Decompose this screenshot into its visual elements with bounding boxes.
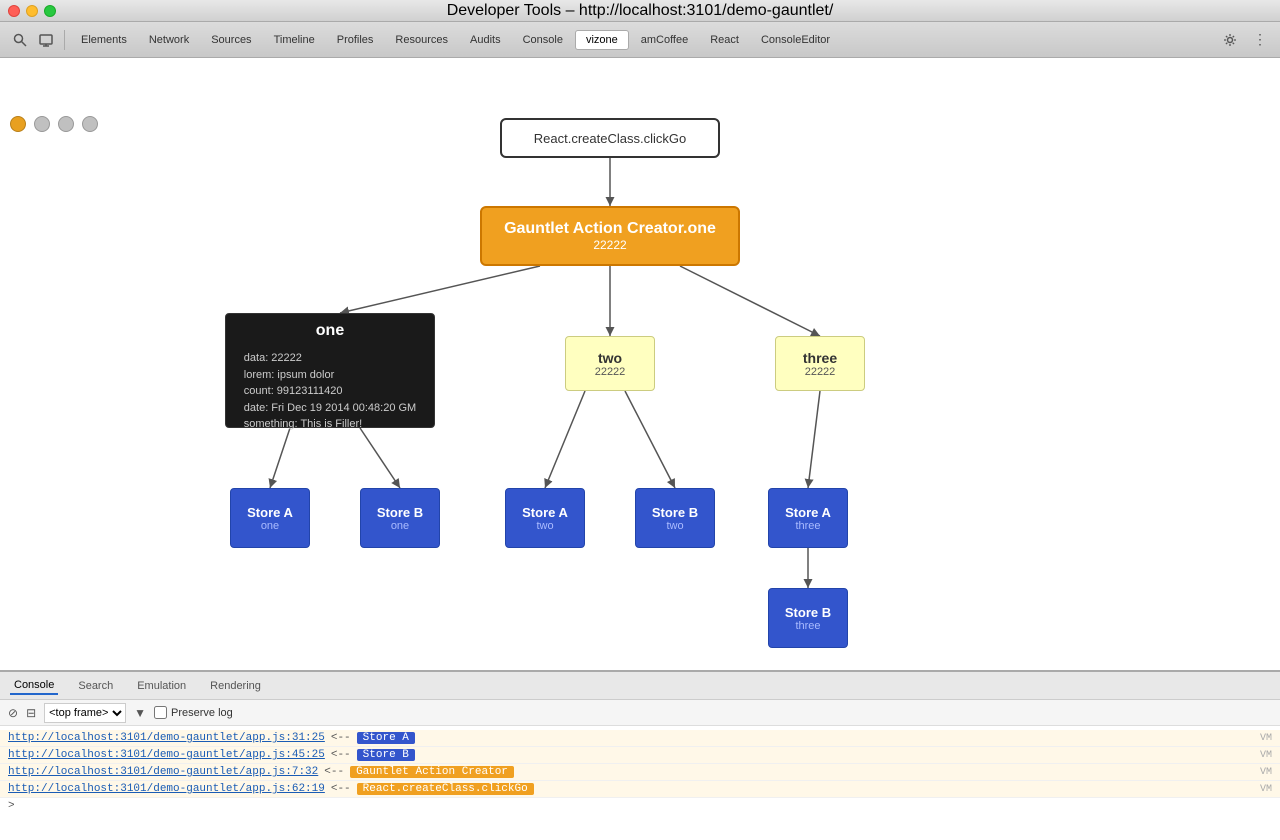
window-controls <box>8 5 56 17</box>
preserve-log-checkbox[interactable] <box>154 706 167 719</box>
node-store-b-two[interactable]: Store B two <box>635 488 715 548</box>
tab-audits[interactable]: Audits <box>460 31 511 49</box>
window-title: Developer Tools – http://localhost:3101/… <box>447 2 834 20</box>
node-three[interactable]: three 22222 <box>775 336 865 391</box>
console-prompt: > <box>8 800 15 812</box>
tab-network[interactable]: Network <box>139 31 199 49</box>
store-a-three-sub: three <box>795 520 820 532</box>
store-a-two-title: Store A <box>522 505 568 520</box>
node-store-b-three[interactable]: Store B three <box>768 588 848 648</box>
node-two-sub: 22222 <box>595 366 626 378</box>
console-log-4-linenum: VM <box>1260 784 1272 795</box>
console-log-2: http://localhost:3101/demo-gauntlet/app.… <box>0 747 1280 764</box>
console-area: Console Search Emulation Rendering ⊘ ⊟ <… <box>0 670 1280 840</box>
node-gac-title: Gauntlet Action Creator.one <box>504 220 716 238</box>
console-log-2-link[interactable]: http://localhost:3101/demo-gauntlet/app.… <box>8 749 325 761</box>
node-gac-sub: 22222 <box>593 238 626 252</box>
tab-timeline[interactable]: Timeline <box>264 31 325 49</box>
node-root[interactable]: React.createClass.clickGo <box>500 118 720 158</box>
tab-resources[interactable]: Resources <box>385 31 458 49</box>
console-log-4-arrow: <-- <box>331 783 351 795</box>
node-store-a-three[interactable]: Store A three <box>768 488 848 548</box>
console-log-3-link[interactable]: http://localhost:3101/demo-gauntlet/app.… <box>8 766 318 778</box>
console-tab-search[interactable]: Search <box>74 678 117 694</box>
console-log-1-link[interactable]: http://localhost:3101/demo-gauntlet/app.… <box>8 732 325 744</box>
console-log-2-linenum: VM <box>1260 750 1272 761</box>
store-b-three-title: Store B <box>785 605 831 620</box>
settings-icon[interactable] <box>1218 28 1242 52</box>
close-button[interactable] <box>8 5 20 17</box>
node-store-a-one[interactable]: Store A one <box>230 488 310 548</box>
node-two-title: two <box>598 350 622 366</box>
console-log-4-label: React.createClass.clickGo <box>357 783 534 795</box>
node-one-data: data: 22222 lorem: ipsum dolor count: 99… <box>244 350 416 433</box>
node-three-title: three <box>803 350 837 366</box>
console-log-2-arrow: <-- <box>331 749 351 761</box>
maximize-button[interactable] <box>44 5 56 17</box>
console-log-1: http://localhost:3101/demo-gauntlet/app.… <box>0 730 1280 747</box>
console-log-3-arrow: <-- <box>324 766 344 778</box>
tab-sources[interactable]: Sources <box>201 31 261 49</box>
console-log-1-arrow: <-- <box>331 732 351 744</box>
store-b-one-title: Store B <box>377 505 423 520</box>
node-root-label: React.createClass.clickGo <box>534 131 686 146</box>
node-one-title: one <box>316 322 344 340</box>
traffic-orange <box>10 116 26 132</box>
frame-selector[interactable]: <top frame> <box>44 703 126 723</box>
node-store-b-one[interactable]: Store B one <box>360 488 440 548</box>
dropdown-icon[interactable]: ▼ <box>134 706 146 720</box>
console-log-4: http://localhost:3101/demo-gauntlet/app.… <box>0 781 1280 798</box>
console-log-2-label: Store B <box>357 749 415 761</box>
store-a-two-sub: two <box>536 520 553 532</box>
node-two[interactable]: two 22222 <box>565 336 655 391</box>
node-store-a-two[interactable]: Store A two <box>505 488 585 548</box>
tab-elements[interactable]: Elements <box>71 31 137 49</box>
node-one[interactable]: one data: 22222 lorem: ipsum dolor count… <box>225 313 435 428</box>
console-tab-rendering[interactable]: Rendering <box>206 678 265 694</box>
tab-react[interactable]: React <box>700 31 749 49</box>
store-a-one-sub: one <box>261 520 279 532</box>
device-icon[interactable] <box>34 28 58 52</box>
store-b-two-title: Store B <box>652 505 698 520</box>
console-tabs: Console Search Emulation Rendering <box>0 672 1280 700</box>
clear-icon[interactable]: ⊘ <box>8 706 18 720</box>
store-a-three-title: Store A <box>785 505 831 520</box>
traffic-lights <box>10 116 98 132</box>
traffic-gray-2 <box>58 116 74 132</box>
more-icon[interactable]: ⋮ <box>1248 28 1272 52</box>
tab-console[interactable]: Console <box>513 31 573 49</box>
toolbar: Elements Network Sources Timeline Profil… <box>0 22 1280 58</box>
titlebar: Developer Tools – http://localhost:3101/… <box>0 0 1280 22</box>
console-tab-emulation[interactable]: Emulation <box>133 678 190 694</box>
console-log-3-label: Gauntlet Action Creator <box>350 766 514 778</box>
console-content: http://localhost:3101/demo-gauntlet/app.… <box>0 726 1280 840</box>
console-log-3-linenum: VM <box>1260 767 1272 778</box>
console-input[interactable] <box>19 800 1272 812</box>
console-log-4-link[interactable]: http://localhost:3101/demo-gauntlet/app.… <box>8 783 325 795</box>
tab-consoleeditor[interactable]: ConsoleEditor <box>751 31 840 49</box>
toolbar-divider <box>64 30 65 50</box>
search-icon[interactable] <box>8 28 32 52</box>
tab-vizone[interactable]: vizone <box>575 30 629 50</box>
store-b-three-sub: three <box>795 620 820 632</box>
tab-amcoffee[interactable]: amCoffee <box>631 31 699 49</box>
filter-icon[interactable]: ⊟ <box>26 706 36 720</box>
traffic-gray-3 <box>82 116 98 132</box>
console-log-3: http://localhost:3101/demo-gauntlet/app.… <box>0 764 1280 781</box>
console-log-1-linenum: VM <box>1260 733 1272 744</box>
store-a-one-title: Store A <box>247 505 293 520</box>
console-toolbar: ⊘ ⊟ <top frame> ▼ Preserve log <box>0 700 1280 726</box>
node-three-sub: 22222 <box>805 366 836 378</box>
traffic-gray-1 <box>34 116 50 132</box>
console-tab-console[interactable]: Console <box>10 677 58 695</box>
tab-profiles[interactable]: Profiles <box>327 31 384 49</box>
minimize-button[interactable] <box>26 5 38 17</box>
store-b-one-sub: one <box>391 520 409 532</box>
preserve-log-label[interactable]: Preserve log <box>154 706 233 719</box>
store-b-two-sub: two <box>666 520 683 532</box>
node-gauntlet-action-creator[interactable]: Gauntlet Action Creator.one 22222 <box>480 206 740 266</box>
console-input-row: > <box>0 798 1280 814</box>
diagram-area: React.createClass.clickGo Gauntlet Actio… <box>0 58 1280 670</box>
console-log-1-label: Store A <box>357 732 415 744</box>
